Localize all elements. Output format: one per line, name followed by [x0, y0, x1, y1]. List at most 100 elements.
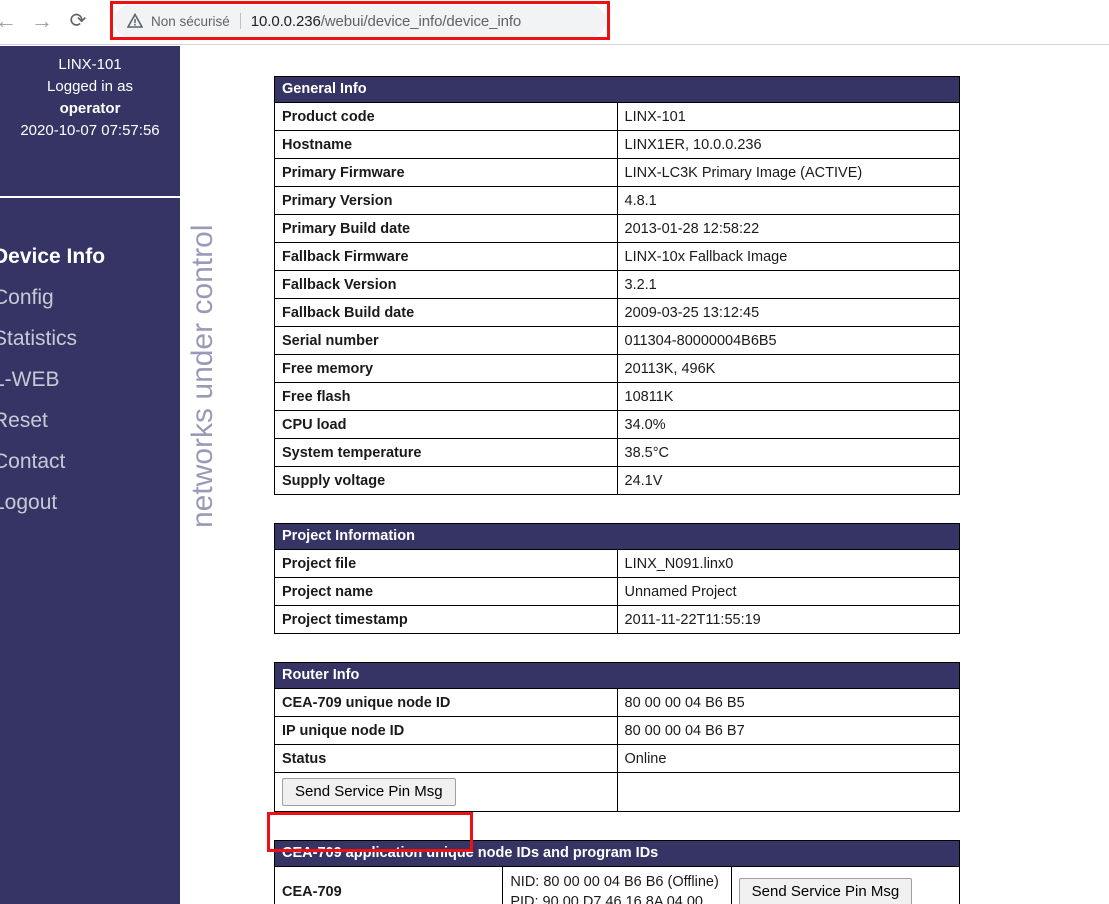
- row-value: Online: [616, 744, 960, 773]
- sidebar-login-line: Logged in as: [47, 78, 133, 95]
- sidebar-nav: Device Info Config Statistics L-WEB Rese…: [0, 236, 180, 523]
- table-row: Project timestamp 2011-11-22T11:55:19: [274, 605, 960, 634]
- row-label: Serial number: [274, 326, 618, 355]
- row-label: Product code: [274, 102, 618, 131]
- cea709-pid: PID: 90 00 D7 46 16 8A 04 00: [510, 894, 703, 904]
- row-value: LINX-101: [616, 102, 960, 131]
- row-value: 2009-03-25 13:12:45: [616, 298, 960, 327]
- warning-triangle-icon: [127, 13, 143, 29]
- row-label: Free flash: [274, 382, 618, 411]
- row-value: LINX1ER, 10.0.0.236: [616, 130, 960, 159]
- cea709-ids-cell: NID: 80 00 00 04 B6 B6 (Offline) PID: 90…: [502, 866, 732, 904]
- url-text: 10.0.0.236/webui/device_info/device_info: [251, 13, 521, 30]
- cea709-row-label: CEA-709: [273, 866, 504, 904]
- sidebar-item-contact[interactable]: Contact: [0, 441, 180, 482]
- table-row: CEA-709 NID: 80 00 00 04 B6 B6 (Offline)…: [273, 866, 961, 904]
- table-row: Send Service Pin Msg: [274, 772, 960, 812]
- router-send-service-pin-button[interactable]: Send Service Pin Msg: [282, 778, 456, 806]
- table-section-header: CEA-709 application unique node IDs and …: [274, 840, 960, 867]
- table-row: Free memory 20113K, 496K: [274, 354, 960, 383]
- row-label: Primary Firmware: [274, 158, 618, 187]
- row-value: 10811K: [616, 382, 960, 411]
- row-label: Primary Version: [274, 186, 618, 215]
- table-row: Primary Build date 2013-01-28 12:58:22: [274, 214, 960, 243]
- row-value: 3.2.1: [616, 270, 960, 299]
- general-info-title: General Info: [274, 76, 960, 103]
- forward-icon[interactable]: →: [24, 3, 60, 39]
- sidebar-item-device-info[interactable]: Device Info: [0, 236, 180, 277]
- row-value: Unnamed Project: [616, 577, 960, 606]
- table-section-header: Project Information: [274, 523, 960, 550]
- omnibox-divider: [239, 13, 241, 29]
- table-row: Supply voltage 24.1V: [274, 466, 960, 495]
- table-section-header: General Info: [274, 76, 960, 103]
- url-path: /webui/device_info/device_info: [320, 12, 522, 30]
- row-value: LINX_N091.linx0: [616, 549, 960, 578]
- table-section-header: Router Info: [274, 662, 960, 689]
- sidebar-login-info: LINX-101 Logged in as operator 2020-10-0…: [0, 46, 180, 140]
- row-label: Primary Build date: [274, 214, 618, 243]
- table-row: Project file LINX_N091.linx0: [274, 549, 960, 578]
- row-label: CPU load: [274, 410, 618, 439]
- navigation-buttons: ← → ⟳: [0, 0, 110, 41]
- row-value: 2011-11-22T11:55:19: [616, 605, 960, 634]
- row-label: Free memory: [274, 354, 618, 383]
- sidebar-item-reset[interactable]: Reset: [0, 400, 180, 441]
- table-row: System temperature 38.5°C: [274, 438, 960, 467]
- row-label: Hostname: [274, 130, 618, 159]
- chrome-bottom-border: [0, 41, 1109, 45]
- address-bar[interactable]: Non sécurisé 10.0.0.236/webui/device_inf…: [114, 5, 606, 37]
- row-label: Project name: [274, 577, 618, 606]
- cea709-send-service-pin-button[interactable]: Send Service Pin Msg: [738, 878, 913, 904]
- page-viewport: LINX-101 Logged in as operator 2020-10-0…: [0, 46, 1109, 904]
- router-info-table: Router Info CEA-709 unique node ID 80 00…: [274, 662, 960, 812]
- row-value: 011304-80000004B6B5: [616, 326, 960, 355]
- row-label: Project timestamp: [274, 605, 618, 634]
- table-row: Product code LINX-101: [274, 102, 960, 131]
- url-host: 10.0.0.236: [250, 12, 321, 30]
- sidebar-item-config[interactable]: Config: [0, 277, 180, 318]
- table-row: CEA-709 unique node ID 80 00 00 04 B6 B5: [274, 688, 960, 717]
- project-information-table: Project Information Project file LINX_N0…: [274, 523, 960, 634]
- reload-icon[interactable]: ⟳: [60, 3, 96, 39]
- back-icon[interactable]: ←: [0, 3, 24, 39]
- sidebar: LINX-101 Logged in as operator 2020-10-0…: [0, 46, 181, 904]
- sidebar-item-statistics[interactable]: Statistics: [0, 318, 180, 359]
- cea709-title: CEA-709 application unique node IDs and …: [274, 840, 960, 867]
- security-status-label: Non sécurisé: [151, 13, 230, 29]
- cea709-send-pin-cell: Send Service Pin Msg: [730, 866, 961, 904]
- table-row: Fallback Version 3.2.1: [274, 270, 960, 299]
- logo-slogan: networks under control: [186, 224, 219, 529]
- row-value: LINX-LC3K Primary Image (ACTIVE): [616, 158, 960, 187]
- row-label: Fallback Build date: [274, 298, 618, 327]
- browser-chrome: ← → ⟳ Non sécurisé 10.0.0.236/webui/devi…: [0, 0, 1109, 45]
- table-row: Hostname LINX1ER, 10.0.0.236: [274, 130, 960, 159]
- row-value: LINX-10x Fallback Image: [616, 242, 960, 271]
- sidebar-timestamp: 2020-10-07 07:57:56: [20, 122, 160, 139]
- row-value: 80 00 00 04 B6 B7: [616, 716, 960, 745]
- row-value: 24.1V: [616, 466, 960, 495]
- row-value: 38.5°C: [616, 438, 960, 467]
- table-row: CPU load 34.0%: [274, 410, 960, 439]
- row-label: Fallback Firmware: [274, 242, 618, 271]
- sidebar-device-name: LINX-101: [58, 56, 122, 73]
- row-value: 4.8.1: [616, 186, 960, 215]
- row-value: 2013-01-28 12:58:22: [616, 214, 960, 243]
- row-label: IP unique node ID: [274, 716, 618, 745]
- sidebar-item-l-web[interactable]: L-WEB: [0, 359, 180, 400]
- sidebar-item-logout[interactable]: Logout: [0, 482, 180, 523]
- sidebar-username: operator: [59, 100, 121, 117]
- row-label: CEA-709 unique node ID: [274, 688, 618, 717]
- row-label: Fallback Version: [274, 270, 618, 299]
- table-row: Status Online: [274, 744, 960, 773]
- sidebar-divider: [0, 196, 181, 198]
- general-info-table: General Info Product code LINX-101 Hostn…: [274, 76, 960, 495]
- table-row: Free flash 10811K: [274, 382, 960, 411]
- row-label: Supply voltage: [274, 466, 618, 495]
- row-value: 80 00 00 04 B6 B5: [616, 688, 960, 717]
- table-row: IP unique node ID 80 00 00 04 B6 B7: [274, 716, 960, 745]
- router-send-pin-cell: Send Service Pin Msg: [274, 772, 618, 812]
- row-label: System temperature: [274, 438, 618, 467]
- router-info-title: Router Info: [274, 662, 960, 689]
- table-row: Project name Unnamed Project: [274, 577, 960, 606]
